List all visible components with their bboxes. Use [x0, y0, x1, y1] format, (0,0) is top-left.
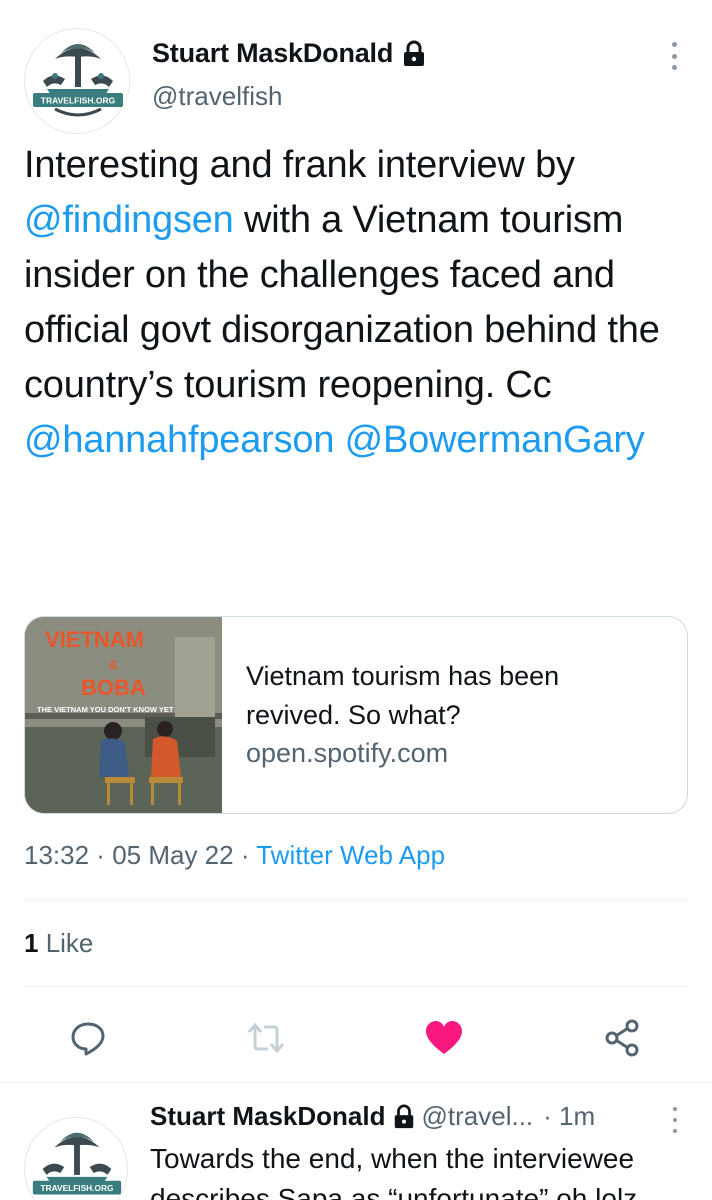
- divider: [24, 986, 688, 987]
- more-options-icon[interactable]: [664, 38, 684, 74]
- share-icon: [605, 1019, 639, 1057]
- lock-icon: [394, 1104, 413, 1128]
- reply-author-name[interactable]: Stuart MaskDonald: [150, 1101, 416, 1132]
- reply-text: Towards the end, when the interviewee de…: [150, 1139, 690, 1200]
- reply-avatar[interactable]: TRAVELFISH.ORG: [24, 1117, 128, 1200]
- mention-link[interactable]: @hannahfpearson: [24, 419, 334, 461]
- reply-button[interactable]: [60, 1010, 116, 1066]
- meta-separator-2: ·: [233, 840, 257, 870]
- reply-header: Stuart MaskDonald @travel... · 1m: [150, 1101, 595, 1132]
- mention-link[interactable]: @findingsen: [24, 199, 234, 241]
- reply-text-line: Towards the end, when the interviewee: [150, 1143, 635, 1174]
- reply-tweet[interactable]: TRAVELFISH.ORG Stuart MaskDonald @travel…: [0, 1083, 712, 1200]
- tweet-text: Interesting and frank interview by @find…: [24, 138, 688, 468]
- avatar[interactable]: TRAVELFISH.ORG: [24, 28, 130, 134]
- travelfish-logo-icon: TRAVELFISH.ORG: [26, 30, 129, 133]
- card-domain: open.spotify.com: [246, 738, 449, 768]
- author-name-text: Stuart MaskDonald: [152, 38, 394, 68]
- retweet-button[interactable]: [238, 1010, 294, 1066]
- retweet-icon: [247, 1022, 285, 1054]
- card-body: Vietnam tourism has been revived. So wha…: [222, 617, 658, 813]
- reply-author-handle[interactable]: @travel...: [422, 1101, 534, 1132]
- share-button[interactable]: [594, 1010, 650, 1066]
- tweet-meta: 13:32 · 05 May 22 · Twitter Web App: [24, 840, 445, 871]
- like-button[interactable]: [416, 1010, 472, 1066]
- svg-text:TRAVELFISH.ORG: TRAVELFISH.ORG: [41, 96, 116, 106]
- tweet-text-segment: Interesting and frank interview by: [24, 144, 575, 186]
- card-image-amp: &: [109, 658, 118, 672]
- card-title: Vietnam tourism has been revived. So wha…: [246, 661, 560, 730]
- reply-text-line: describes Sapa as “unfortunate” oh lolz: [150, 1183, 638, 1200]
- tweet-time[interactable]: 13:32: [24, 840, 89, 870]
- tweet-text-segment: [334, 419, 344, 461]
- card-image-title-2: BOBA: [81, 675, 146, 700]
- tweet-date[interactable]: 05 May 22: [112, 840, 233, 870]
- travelfish-logo-icon: TRAVELFISH.ORG: [25, 1118, 127, 1200]
- like-label: Like: [38, 928, 94, 958]
- author-name[interactable]: Stuart MaskDonald: [152, 38, 427, 69]
- like-icon: [426, 1021, 462, 1054]
- tweet-source-app[interactable]: Twitter Web App: [256, 840, 445, 870]
- mention-link[interactable]: @BowermanGary: [345, 419, 645, 461]
- like-count: 1: [24, 928, 39, 958]
- action-bar: [0, 1010, 712, 1066]
- likes-stat[interactable]: 1 Like: [24, 928, 93, 959]
- more-options-icon[interactable]: [670, 1105, 680, 1135]
- reply-time[interactable]: · 1m: [543, 1101, 595, 1132]
- link-card[interactable]: VIETNAM & BOBA THE VIETNAM YOU DON'T KNO…: [24, 616, 688, 814]
- meta-separator: ·: [89, 840, 113, 870]
- card-thumbnail: VIETNAM & BOBA THE VIETNAM YOU DON'T KNO…: [25, 617, 222, 813]
- lock-icon: [404, 40, 425, 66]
- card-image-title: VIETNAM: [45, 627, 144, 652]
- divider: [24, 900, 688, 901]
- card-image-subtitle: THE VIETNAM YOU DON'T KNOW YET: [37, 705, 174, 714]
- reply-icon: [71, 1022, 105, 1056]
- author-handle[interactable]: @travelfish: [152, 81, 427, 112]
- svg-text:TRAVELFISH.ORG: TRAVELFISH.ORG: [41, 1183, 114, 1193]
- author-block[interactable]: Stuart MaskDonald @travelfish: [152, 38, 427, 112]
